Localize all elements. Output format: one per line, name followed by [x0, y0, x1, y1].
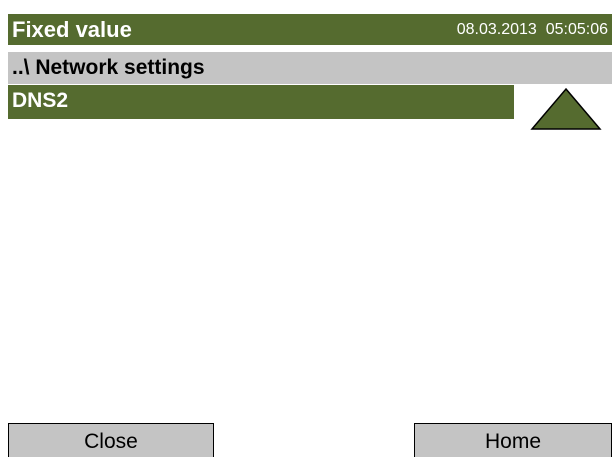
datetime-display: 08.03.2013 05:05:06: [456, 21, 608, 38]
controller-screen: Fixed value 08.03.2013 05:05:06 ..\ Netw…: [0, 0, 612, 457]
home-button-label: Home: [484, 430, 542, 453]
title-bar: Fixed value 08.03.2013 05:05:06: [8, 14, 612, 45]
list-item-label: DNS2: [12, 89, 69, 112]
triangle-up-icon: [530, 87, 602, 130]
breadcrumb: ..\ Network settings: [8, 52, 612, 84]
list-item-dns2[interactable]: DNS2: [8, 85, 514, 119]
home-button[interactable]: Home: [414, 423, 612, 457]
breadcrumb-text: ..\ Network settings: [12, 56, 205, 79]
scroll-up-button[interactable]: [530, 85, 602, 133]
settings-list: DNS2: [8, 85, 612, 422]
close-button[interactable]: Close: [8, 423, 214, 457]
page-title: Fixed value: [12, 17, 132, 42]
close-button-label: Close: [84, 430, 138, 453]
